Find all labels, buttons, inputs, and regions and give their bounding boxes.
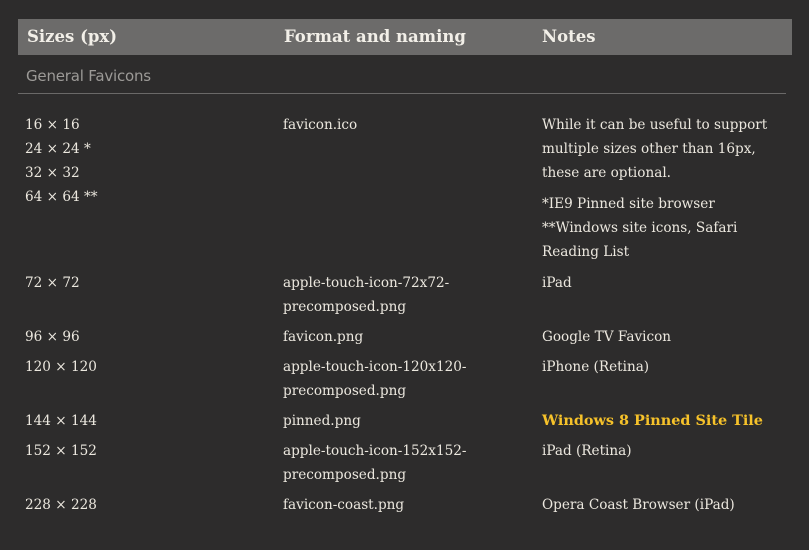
cell-sizes: 72 × 72	[25, 271, 265, 295]
cell-sizes: 152 × 152	[25, 439, 265, 463]
cell-format-line: apple-touch-icon-152x152-	[283, 443, 467, 459]
cell-format-line: precomposed.png	[283, 467, 407, 483]
section-title: General Favicons	[26, 67, 151, 85]
cell-sizes: 16 × 16 24 × 24 * 32 × 32 64 × 64 **	[25, 113, 265, 209]
cell-notes-line: Opera Coast Browser (iPad)	[542, 497, 735, 513]
cell-notes: Opera Coast Browser (iPad)	[542, 493, 792, 517]
header-notes: Notes	[542, 27, 596, 46]
cell-format-line: precomposed.png	[283, 299, 407, 315]
cell-format: apple-touch-icon-72x72- precomposed.png	[283, 271, 523, 319]
cell-notes-line: While it can be useful to support	[542, 117, 768, 133]
cell-notes: iPad	[542, 271, 792, 295]
cell-sizes: 120 × 120	[25, 355, 265, 379]
cell-format-line: favicon.ico	[283, 117, 358, 133]
cell-sizes-line: 96 × 96	[25, 329, 80, 345]
cell-format: favicon.png	[283, 325, 523, 349]
cell-sizes-line: 152 × 152	[25, 443, 97, 459]
cell-sizes-line: 16 × 16	[25, 117, 80, 133]
cell-format-line: precomposed.png	[283, 383, 407, 399]
cell-notes-line: iPad (Retina)	[542, 443, 632, 459]
cell-notes-line: Google TV Favicon	[542, 329, 672, 345]
cell-sizes-line: 32 × 32	[25, 165, 80, 181]
cell-notes-line: Windows 8 Pinned Site Tile	[542, 412, 763, 429]
cell-notes-line: these are optional.	[542, 165, 671, 181]
cell-sizes-line: 120 × 120	[25, 359, 97, 375]
cell-notes-extra-line: *IE9 Pinned site browser	[542, 196, 715, 212]
cell-sizes-line: 228 × 228	[25, 497, 97, 513]
cell-sizes: 144 × 144	[25, 409, 265, 433]
header-format: Format and naming	[284, 27, 466, 46]
cell-notes: Windows 8 Pinned Site Tile	[542, 409, 792, 433]
cell-format-line: apple-touch-icon-120x120-	[283, 359, 467, 375]
cell-notes-extra-line: **Windows site icons, Safari	[542, 220, 738, 236]
cell-notes-line: iPhone (Retina)	[542, 359, 650, 375]
cell-format-line: apple-touch-icon-72x72-	[283, 275, 450, 291]
cell-notes: iPad (Retina)	[542, 439, 792, 463]
table-header: Sizes (px) Format and naming Notes	[18, 19, 792, 55]
cell-sizes: 96 × 96	[25, 325, 265, 349]
section-heading: General Favicons	[18, 55, 786, 94]
cell-notes: While it can be useful to support multipl…	[542, 113, 792, 264]
cell-format: apple-touch-icon-120x120- precomposed.png	[283, 355, 523, 403]
cell-sizes: 228 × 228	[25, 493, 265, 517]
cell-format-line: favicon.png	[283, 329, 364, 345]
cell-format-line: favicon-coast.png	[283, 497, 405, 513]
cell-notes-line: multiple sizes other than 16px,	[542, 141, 756, 157]
cell-notes-extra-line: Reading List	[542, 244, 630, 260]
cell-sizes-line: 64 × 64 **	[25, 189, 98, 205]
cell-format: apple-touch-icon-152x152- precomposed.png	[283, 439, 523, 487]
cell-notes-line: iPad	[542, 275, 572, 291]
cell-notes: iPhone (Retina)	[542, 355, 792, 379]
cell-format: favicon-coast.png	[283, 493, 523, 517]
header-sizes: Sizes (px)	[27, 27, 118, 46]
cell-format: pinned.png	[283, 409, 523, 433]
cell-sizes-line: 144 × 144	[25, 413, 97, 429]
cell-format-line: pinned.png	[283, 413, 361, 429]
cell-notes: Google TV Favicon	[542, 325, 792, 349]
cell-sizes-line: 72 × 72	[25, 275, 80, 291]
favicon-sizes-table: Sizes (px) Format and naming Notes Gener…	[18, 19, 792, 94]
cell-format: favicon.ico	[283, 113, 523, 137]
cell-sizes-line: 24 × 24 *	[25, 141, 91, 157]
